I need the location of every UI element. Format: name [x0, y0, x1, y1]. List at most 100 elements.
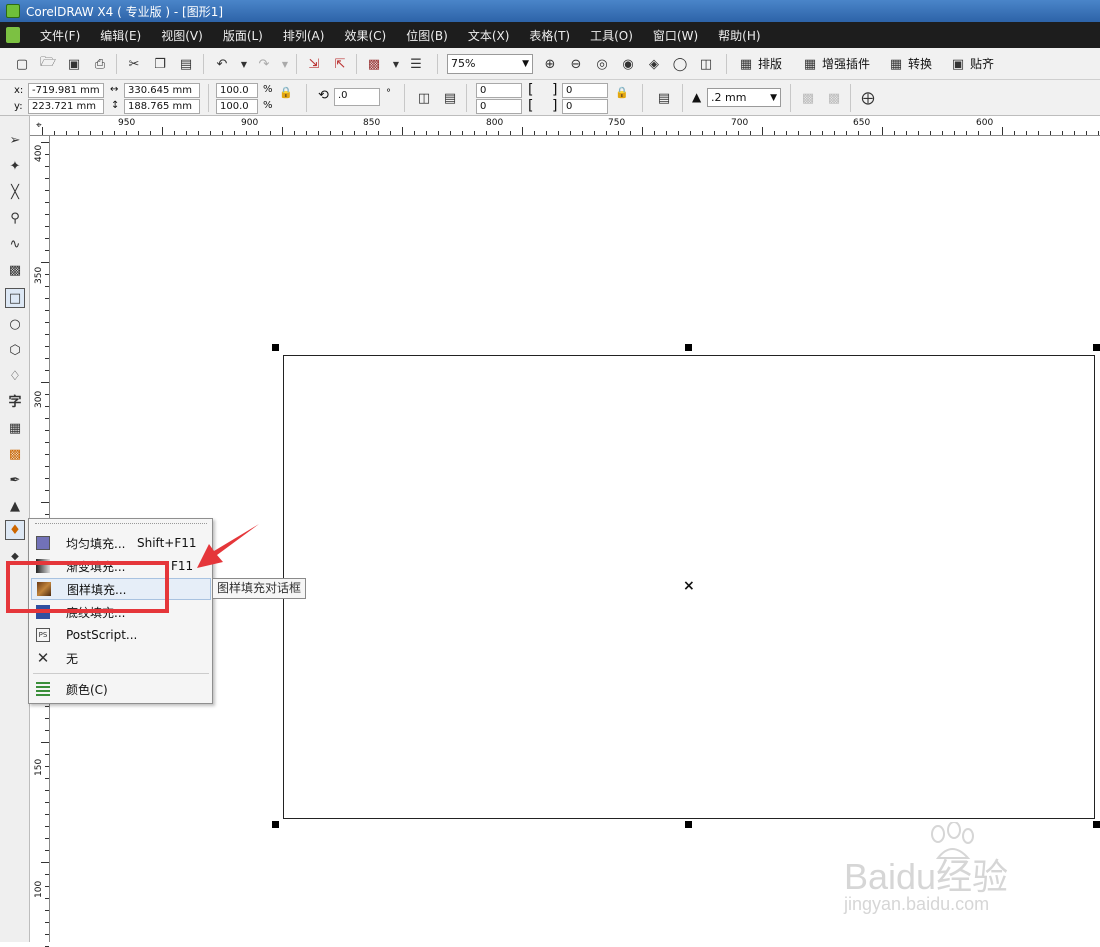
- copy-icon[interactable]: ❐: [150, 54, 170, 74]
- zoom-out-icon[interactable]: ⊖: [566, 54, 586, 74]
- corner-radius-top-left-field[interactable]: 0: [476, 83, 522, 98]
- x-position-field[interactable]: -719.981 mm: [28, 83, 104, 98]
- application-launcher-icon[interactable]: ▩: [364, 54, 384, 74]
- menu-window[interactable]: 窗口(W): [643, 27, 708, 44]
- corner-radius-top-right-field[interactable]: 0: [562, 83, 608, 98]
- import-icon[interactable]: ⇲: [304, 54, 324, 74]
- ruler-tick: [510, 131, 511, 135]
- undo-dropdown-icon[interactable]: ▼: [234, 54, 254, 74]
- basic-shapes-tool-icon[interactable]: ♢: [5, 366, 25, 386]
- menu-item-no-fill[interactable]: ✕ 无: [31, 647, 211, 669]
- menu-file[interactable]: 文件(F): [30, 27, 90, 44]
- percent-x-label: %: [263, 84, 273, 95]
- selection-handle[interactable]: [1093, 344, 1100, 351]
- selection-handle[interactable]: [272, 344, 279, 351]
- mirror-vertical-icon[interactable]: ▤: [440, 88, 460, 108]
- welcome-screen-icon[interactable]: ☰: [406, 54, 426, 74]
- convert-plugin-label[interactable]: 转换: [908, 55, 932, 72]
- zoom-page-width-icon[interactable]: ◯: [670, 54, 690, 74]
- menu-edit[interactable]: 编辑(E): [90, 27, 151, 44]
- menu-bitmaps[interactable]: 位图(B): [396, 27, 458, 44]
- corner-radius-bottom-right-field[interactable]: 0: [562, 99, 608, 114]
- outline-tool-icon[interactable]: ▲: [5, 496, 25, 516]
- convert-plugin-icon[interactable]: ▦: [886, 54, 906, 74]
- layout-plugin-icon[interactable]: ▦: [736, 54, 756, 74]
- save-icon[interactable]: ▣: [64, 54, 84, 74]
- zoom-tool-icon[interactable]: ⚲: [5, 208, 25, 228]
- zoom-level-select[interactable]: 75% ▼: [447, 54, 533, 74]
- menu-text[interactable]: 文本(X): [458, 27, 520, 44]
- ruler-tick: [45, 286, 49, 287]
- selection-handle[interactable]: [685, 821, 692, 828]
- ruler-origin-icon[interactable]: ⌖: [36, 120, 42, 131]
- smart-fill-tool-icon[interactable]: ▩: [5, 260, 25, 280]
- height-field[interactable]: 188.765 mm: [124, 99, 200, 114]
- horizontal-ruler[interactable]: 950 900 850 800 750 700 650 600: [30, 116, 1100, 136]
- zoom-in-icon[interactable]: ⊕: [540, 54, 560, 74]
- mirror-horizontal-icon[interactable]: ◫: [414, 88, 434, 108]
- convert-to-curves-icon[interactable]: ⨁: [858, 88, 878, 108]
- scale-y-field[interactable]: 100.0: [216, 99, 258, 114]
- menu-view[interactable]: 视图(V): [151, 27, 213, 44]
- ruler-tick: [45, 430, 49, 431]
- launcher-dropdown-icon[interactable]: ▼: [386, 54, 406, 74]
- lock-corners-icon[interactable]: 🔒: [614, 84, 630, 100]
- selection-handle[interactable]: [685, 344, 692, 351]
- new-document-icon[interactable]: ▢: [12, 54, 32, 74]
- menu-layout[interactable]: 版面(L): [213, 27, 273, 44]
- menu-table[interactable]: 表格(T): [519, 27, 580, 44]
- width-field[interactable]: 330.645 mm: [124, 83, 200, 98]
- interactive-blend-tool-icon[interactable]: ▩: [5, 444, 25, 464]
- ruler-tick: [846, 131, 847, 135]
- menu-arrange[interactable]: 排列(A): [273, 27, 335, 44]
- menu-help[interactable]: 帮助(H): [708, 27, 770, 44]
- snap-plugin-icon[interactable]: ▣: [948, 54, 968, 74]
- outline-width-select[interactable]: .2 mm ▼: [707, 88, 781, 107]
- menu-item-color[interactable]: 颜色(C): [31, 678, 211, 700]
- menu-tools[interactable]: 工具(O): [580, 27, 643, 44]
- ruler-tick: [45, 766, 49, 767]
- print-icon[interactable]: ⎙: [90, 54, 110, 74]
- crop-tool-icon[interactable]: ╳: [5, 182, 25, 202]
- lock-ratio-icon[interactable]: 🔒: [278, 84, 294, 100]
- eyedropper-tool-icon[interactable]: ✒: [5, 470, 25, 490]
- zoom-selected-icon[interactable]: ◎: [592, 54, 612, 74]
- zoom-page-height-icon[interactable]: ◫: [696, 54, 716, 74]
- selection-handle[interactable]: [1093, 821, 1100, 828]
- y-position-field[interactable]: 223.721 mm: [28, 99, 104, 114]
- wrap-text-icon[interactable]: ▤: [654, 88, 674, 108]
- paste-icon[interactable]: ▤: [176, 54, 196, 74]
- document-icon[interactable]: [6, 27, 20, 43]
- ellipse-tool-icon[interactable]: ○: [5, 314, 25, 334]
- polygon-tool-icon[interactable]: ⬡: [5, 340, 25, 360]
- layout-plugin-label[interactable]: 排版: [758, 55, 782, 72]
- freehand-tool-icon[interactable]: ∿: [5, 234, 25, 254]
- undo-icon[interactable]: ↶: [212, 54, 232, 74]
- fill-tool-icon[interactable]: ♦: [5, 520, 25, 540]
- enhance-plugin-icon[interactable]: ▦: [800, 54, 820, 74]
- selection-handle[interactable]: [272, 821, 279, 828]
- corner-radius-bottom-left-field[interactable]: 0: [476, 99, 522, 114]
- to-front-icon[interactable]: ▩: [798, 88, 818, 108]
- menu-item-uniform-fill[interactable]: 均匀填充... Shift+F11: [31, 532, 211, 554]
- enhance-plugin-label[interactable]: 增强插件: [822, 55, 870, 72]
- rotation-angle-field[interactable]: .0: [334, 88, 380, 106]
- scale-x-field[interactable]: 100.0: [216, 83, 258, 98]
- zoom-all-objects-icon[interactable]: ◉: [618, 54, 638, 74]
- export-icon[interactable]: ⇱: [330, 54, 350, 74]
- pick-tool-icon[interactable]: ➢: [5, 130, 25, 150]
- redo-dropdown-icon[interactable]: ▼: [275, 54, 295, 74]
- shape-tool-icon[interactable]: ✦: [5, 156, 25, 176]
- open-folder-icon[interactable]: 🗁: [38, 54, 58, 74]
- menu-item-postscript-fill[interactable]: PS PostScript...: [31, 624, 211, 646]
- menu-effects[interactable]: 效果(C): [334, 27, 396, 44]
- rectangle-tool-icon[interactable]: □: [5, 288, 25, 308]
- center-marker-icon[interactable]: ×: [683, 578, 695, 594]
- to-back-icon[interactable]: ▩: [824, 88, 844, 108]
- snap-plugin-label[interactable]: 贴齐: [970, 55, 994, 72]
- text-tool-icon[interactable]: 字: [5, 390, 25, 410]
- zoom-page-icon[interactable]: ◈: [644, 54, 664, 74]
- redo-icon[interactable]: ↷: [254, 54, 274, 74]
- table-tool-icon[interactable]: ▦: [5, 418, 25, 438]
- cut-icon[interactable]: ✂: [124, 54, 144, 74]
